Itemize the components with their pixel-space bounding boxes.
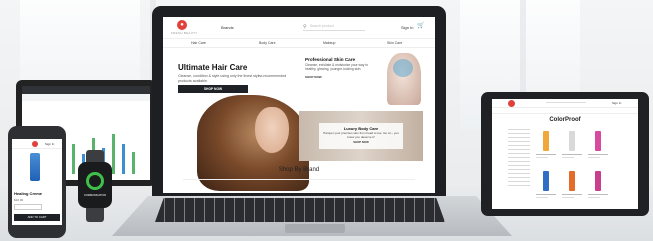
skin-care-description: Cleanse, exfoliate & moisturize your way…: [305, 63, 369, 71]
phone-sign-in-link[interactable]: Sign In: [45, 142, 54, 146]
menu-item-skin-care[interactable]: Skin Care: [387, 41, 402, 45]
menu-item-body-care[interactable]: Body Care: [259, 41, 276, 45]
cart-icon[interactable]: 🛒: [417, 22, 424, 29]
tablet-search-input[interactable]: [546, 102, 586, 103]
dashboard-bar: [122, 144, 125, 174]
product-price: $10.00: [14, 198, 24, 202]
dashboard-bar: [72, 144, 75, 174]
body-care-card[interactable]: Luxury Body Care Pamper your precious sk…: [299, 111, 423, 161]
laptop-trackpad: [285, 224, 345, 233]
tablet-header: Sign In: [492, 99, 638, 108]
hero-hair-image: [197, 95, 309, 191]
category-menu: Hair Care Body Care Makeup Skin Care: [163, 39, 435, 48]
body-care-shop-link[interactable]: SHOP NOW: [319, 140, 403, 144]
product-card[interactable]: [588, 169, 608, 203]
search-placeholder: Search product: [310, 24, 334, 28]
dashboard-bar: [132, 152, 135, 174]
watch-label: COMMUNICATION: [83, 194, 107, 197]
product-grid: [536, 129, 632, 205]
product-name: Healing Creme: [14, 191, 43, 196]
site-header: ● FRESH BEAUTY Brands ⚲ Search product S…: [163, 17, 435, 39]
body-care-panel: Luxury Body Care Pamper your precious sk…: [319, 123, 403, 149]
brand-page-title: ColorProof: [549, 117, 581, 123]
product-card[interactable]: [536, 129, 556, 163]
hair-care-hero: Ultimate Hair Care Cleanse, condition & …: [175, 51, 309, 191]
hero-model-face: [255, 107, 289, 153]
brand-logo[interactable]: [508, 100, 515, 107]
search-icon: ⚲: [303, 24, 307, 30]
dashboard-bar: [112, 134, 115, 174]
product-card[interactable]: [588, 129, 608, 163]
sign-in-link[interactable]: Sign In: [401, 25, 413, 30]
skin-care-shop-link[interactable]: SHOP NOW: [305, 75, 322, 79]
product-bottle-image: [30, 153, 40, 181]
laptop-keyboard: [155, 198, 445, 222]
activity-ring-icon: [86, 172, 104, 190]
skin-care-card[interactable]: Professional Skin Care Cleanse, exfoliat…: [299, 51, 423, 107]
hero-title: Ultimate Hair Care: [178, 63, 248, 72]
phone-screen: Sign In Healing Creme $10.00 ADD TO CART: [12, 139, 62, 225]
product-card[interactable]: [562, 129, 582, 163]
product-card[interactable]: [536, 169, 556, 203]
brand-logo-text: FRESH BEAUTY: [171, 31, 198, 35]
brand-logo[interactable]: [32, 141, 38, 147]
body-care-description: Pamper your precious skin from head to t…: [323, 131, 399, 139]
section-divider: [183, 179, 415, 180]
brand-logo[interactable]: ●: [177, 20, 187, 30]
product-card[interactable]: [562, 169, 582, 203]
shop-by-brand-heading: Shop By Brand: [278, 167, 320, 173]
laptop-screen: ● FRESH BEAUTY Brands ⚲ Search product S…: [163, 17, 435, 193]
dashboard-header: [22, 86, 150, 94]
tablet-shop-screen: Sign In ColorProof: [492, 99, 638, 209]
nav-brands-link[interactable]: Brands: [221, 25, 234, 30]
menu-item-makeup[interactable]: Makeup: [323, 41, 335, 45]
phone-header: Sign In: [12, 139, 62, 149]
hero-description: Cleanse, condition & style using only th…: [178, 74, 287, 83]
shop-now-button[interactable]: SHOP NOW: [178, 85, 248, 93]
dashboard-subheader: [22, 94, 150, 101]
tablet-menu: [492, 108, 638, 114]
add-to-cart-button[interactable]: ADD TO CART: [14, 214, 60, 221]
skin-care-mask: [393, 59, 413, 77]
filter-sidebar: [508, 129, 530, 203]
menu-item-hair-care[interactable]: Hair Care: [191, 41, 206, 45]
search-input[interactable]: ⚲ Search product: [303, 23, 365, 31]
quantity-field[interactable]: [14, 204, 42, 210]
skin-care-title: Professional Skin Care: [305, 57, 356, 62]
watch-band-bottom: [86, 208, 104, 222]
tablet-sign-in-link[interactable]: Sign In: [612, 101, 621, 105]
